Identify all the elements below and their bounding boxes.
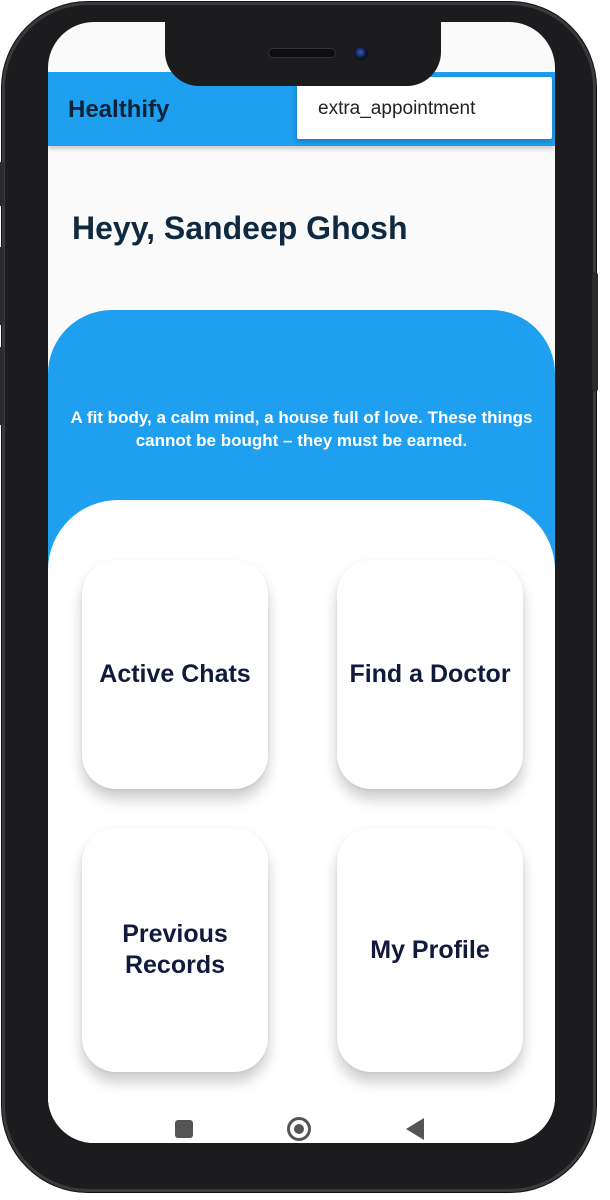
active-chats-label: Active Chats <box>99 660 251 688</box>
volume-down-button <box>0 247 4 325</box>
motivational-quote: A fit body, a calm mind, a house full of… <box>70 408 533 450</box>
find-a-doctor-card[interactable]: Find a Doctor <box>337 560 523 789</box>
previous-records-card[interactable]: Previous Records <box>82 828 268 1072</box>
phone-notch <box>165 22 441 86</box>
phone-screen: Healthify extra_appointment Heyy, Sandee… <box>48 22 555 1143</box>
my-profile-card[interactable]: My Profile <box>337 828 523 1072</box>
back-triangle-icon[interactable] <box>406 1118 424 1140</box>
app-title: Healthify <box>68 96 170 123</box>
active-chats-card[interactable]: Active Chats <box>82 560 268 789</box>
power-button <box>592 272 598 392</box>
speaker-grille <box>268 48 336 58</box>
menu-item-extra-appointment[interactable]: extra_appointment <box>318 98 475 120</box>
phone-frame: Healthify extra_appointment Heyy, Sandee… <box>0 2 598 1192</box>
previous-records-label: Previous Records <box>122 920 228 979</box>
volume-up-button <box>0 162 4 206</box>
find-a-doctor-label: Find a Doctor <box>349 660 511 688</box>
overflow-menu-popup: extra_appointment <box>297 77 552 139</box>
recents-square-icon[interactable] <box>175 1120 193 1138</box>
home-circle-icon[interactable] <box>287 1117 311 1141</box>
my-profile-label: My Profile <box>370 935 490 964</box>
greeting-heading: Heyy, Sandeep Ghosh <box>72 210 408 246</box>
front-camera <box>354 46 368 60</box>
silent-switch <box>0 347 4 425</box>
